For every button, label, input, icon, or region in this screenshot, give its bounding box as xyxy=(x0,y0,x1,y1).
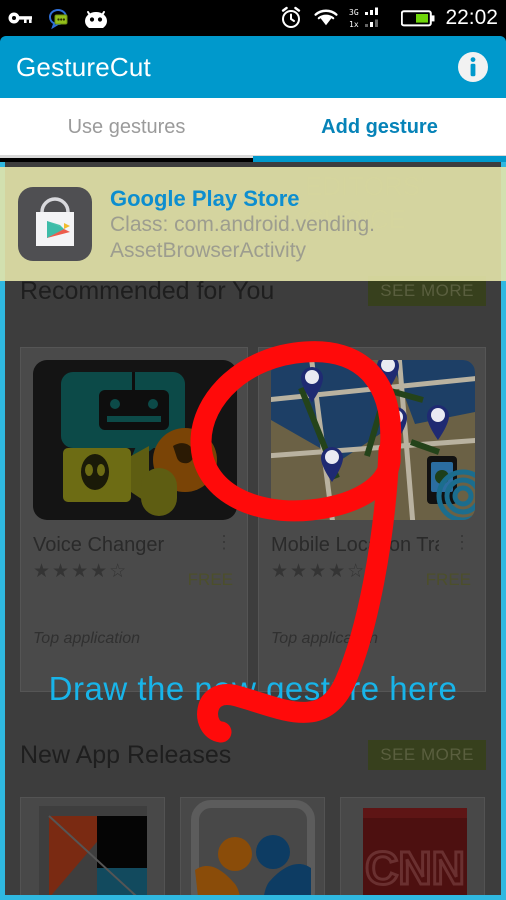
status-bar-right-icons: 3G 1x 22:02 xyxy=(279,6,498,30)
selected-app-overlay-card[interactable]: Google Play Store Class: com.android.ven… xyxy=(0,167,506,281)
key-icon xyxy=(8,12,32,24)
status-bar-left-icons xyxy=(8,6,110,30)
chat-bubble-icon xyxy=(48,9,68,30)
alarm-icon xyxy=(282,6,301,28)
tab-use-gestures[interactable]: Use gestures xyxy=(0,98,253,156)
overlay-class-line2: AssetBrowserActivity xyxy=(110,238,307,262)
signal-3g-1x-icon: 3G 1x xyxy=(349,7,379,29)
page-title: GestureCut xyxy=(16,51,151,82)
overlay-class-line1: Class: com.android.vending. xyxy=(110,213,375,237)
svg-text:1x: 1x xyxy=(349,20,359,29)
android-head-icon xyxy=(85,11,107,28)
tab-bar: Use gestures Add gesture xyxy=(0,98,506,156)
battery-icon xyxy=(401,9,435,26)
overlay-app-title: Google Play Store xyxy=(110,185,300,211)
svg-text:3G: 3G xyxy=(349,8,359,17)
wifi-icon xyxy=(314,9,339,26)
tab-use-gestures-label: Use gestures xyxy=(67,115,186,138)
tab-add-gesture[interactable]: Add gesture xyxy=(253,98,506,156)
status-bar-clock: 22:02 xyxy=(445,6,498,29)
tab-add-gesture-label: Add gesture xyxy=(321,115,438,138)
google-play-store-icon xyxy=(18,187,92,261)
phone-screen: 3G 1x 22:02 GestureCut Use gestures Add … xyxy=(0,0,506,900)
app-bar: GestureCut xyxy=(0,36,506,98)
overlay-text-block: Google Play Store Class: com.android.ven… xyxy=(110,185,375,264)
info-icon[interactable] xyxy=(456,50,490,84)
status-bar: 3G 1x 22:02 xyxy=(0,0,506,36)
